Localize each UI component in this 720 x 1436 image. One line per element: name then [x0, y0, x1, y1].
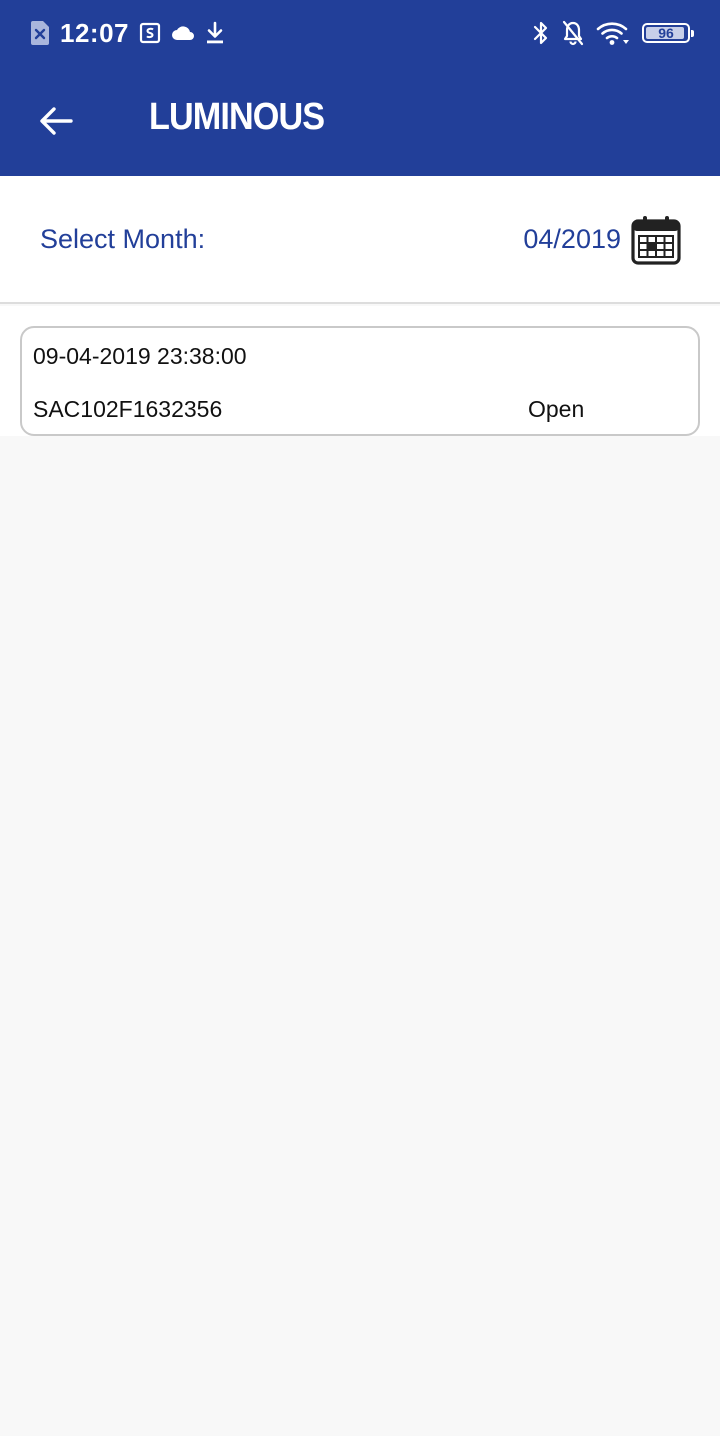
notifications-off-icon: [562, 20, 584, 46]
month-value[interactable]: 04/2019: [523, 224, 621, 255]
records-list: 09-04-2019 23:38:00 SAC102F1632356 Open: [0, 306, 720, 436]
battery-level: 96: [658, 25, 674, 41]
status-bar: 12:07 96: [0, 0, 720, 66]
month-label: Select Month:: [40, 224, 206, 254]
record-card[interactable]: 09-04-2019 23:38:00 SAC102F1632356 Open: [20, 326, 700, 436]
cloud-icon: [171, 24, 195, 42]
app-header: 12:07 96 LUMINOUS: [0, 0, 720, 176]
record-datetime: 09-04-2019 23:38:00: [33, 343, 247, 369]
status-bar-left: 12:07: [30, 16, 225, 50]
battery-icon: 96: [642, 23, 694, 43]
calendar-button[interactable]: [630, 214, 682, 266]
arrow-left-icon: [39, 106, 73, 136]
record-serial: SAC102F1632356: [33, 396, 223, 422]
status-bar-right: 96: [532, 16, 694, 50]
calendar-icon: [630, 214, 682, 266]
battery-terminal: [691, 30, 694, 37]
toolbar: LUMINOUS: [0, 66, 720, 176]
wifi-icon: [596, 20, 630, 46]
sim-error-icon: [30, 20, 50, 46]
back-button[interactable]: [28, 93, 84, 149]
download-icon: [205, 21, 225, 45]
month-selector: Select Month: 04/2019: [0, 176, 720, 304]
status-time: 12:07: [60, 17, 129, 48]
screenshot-icon: [139, 22, 161, 44]
brand-logo: LUMINOUS: [149, 96, 325, 138]
record-status: Open: [528, 396, 585, 422]
bluetooth-icon: [532, 20, 550, 46]
